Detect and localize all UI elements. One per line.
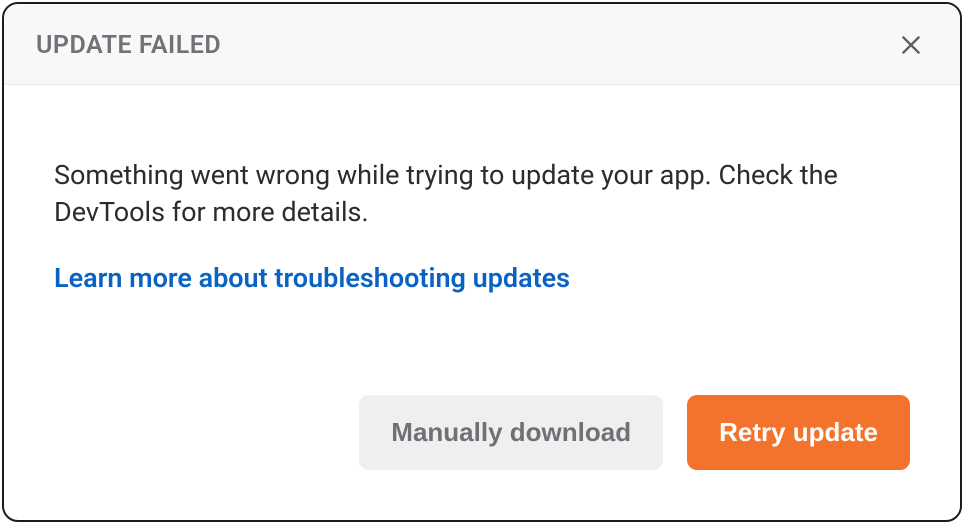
- dialog-title: UPDATE FAILED: [36, 31, 221, 60]
- error-message: Something went wrong while trying to upd…: [54, 157, 910, 232]
- update-failed-dialog: UPDATE FAILED Something went wrong while…: [2, 2, 962, 522]
- close-button[interactable]: [894, 28, 928, 62]
- manually-download-button[interactable]: Manually download: [359, 395, 663, 470]
- dialog-header: UPDATE FAILED: [4, 4, 960, 85]
- close-icon: [898, 32, 924, 58]
- troubleshooting-link[interactable]: Learn more about troubleshooting updates: [54, 262, 910, 294]
- dialog-footer: Manually download Retry update: [4, 395, 960, 520]
- retry-update-button[interactable]: Retry update: [687, 395, 910, 470]
- dialog-body: Something went wrong while trying to upd…: [4, 85, 960, 395]
